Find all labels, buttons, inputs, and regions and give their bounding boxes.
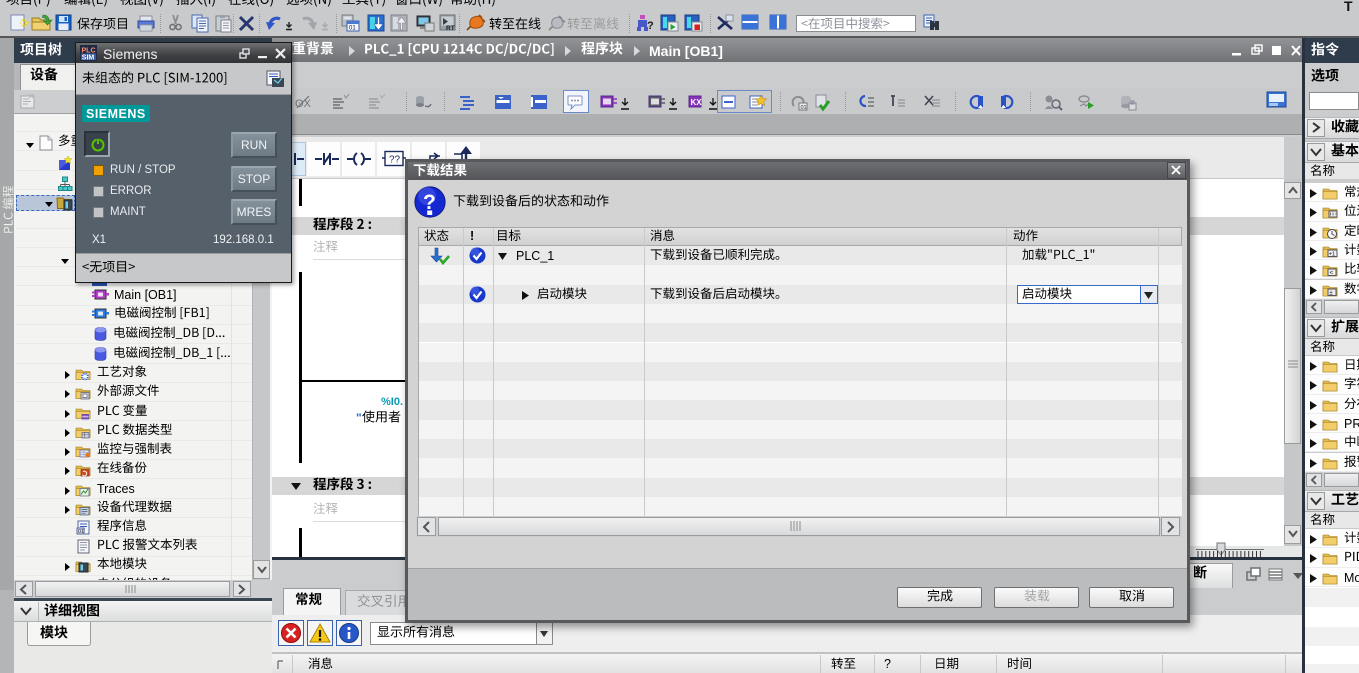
svg-text:+1: +1 <box>1329 251 1335 257</box>
svg-text:01: 01 <box>801 105 807 111</box>
svg-text:SIM: SIM <box>82 55 95 62</box>
svg-text:??: ?? <box>389 155 401 166</box>
svg-text:RT: RT <box>446 25 455 32</box>
svg-text:01: 01 <box>78 529 84 535</box>
svg-text:01: 01 <box>349 26 356 32</box>
svg-text:PLC: PLC <box>82 48 96 55</box>
svg-text:<: < <box>1330 271 1334 277</box>
svg-text:KX: KX <box>691 98 703 107</box>
svg-text:?: ? <box>647 20 654 32</box>
